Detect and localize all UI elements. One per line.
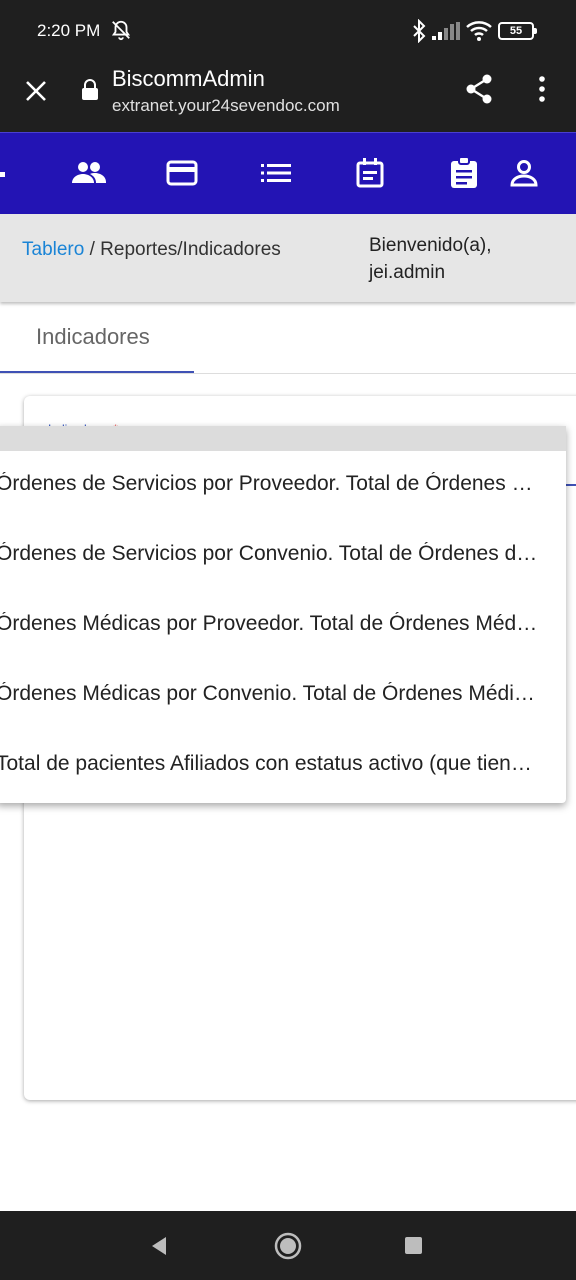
dropdown-option[interactable]: Órdenes de Servicios por Proveedor. Tota… bbox=[0, 452, 566, 522]
breadcrumb-bar: Tablero / Reportes/Indicadores Bienvenid… bbox=[0, 214, 576, 302]
browser-page-title: BiscommAdmin bbox=[112, 66, 265, 91]
browser-toolbar: BiscommAdmin extranet.your24sevendoc.com bbox=[0, 60, 576, 132]
bluetooth-icon bbox=[410, 18, 428, 48]
app-top-nav bbox=[0, 132, 576, 214]
people-icon[interactable] bbox=[71, 155, 107, 191]
battery-icon: 55 bbox=[498, 22, 537, 40]
breadcrumb-current: / Reportes/Indicadores bbox=[84, 239, 281, 260]
status-bar: 2:20 PM 55 bbox=[0, 0, 576, 60]
close-icon[interactable] bbox=[22, 77, 50, 105]
welcome-username: jei.admin bbox=[369, 262, 446, 283]
tab-bar: Indicadores bbox=[0, 302, 576, 374]
breadcrumb: Tablero / Reportes/Indicadores bbox=[22, 239, 281, 261]
assignment-icon[interactable] bbox=[446, 155, 482, 191]
nav-partial-icon bbox=[0, 172, 5, 177]
more-vert-icon[interactable] bbox=[530, 74, 554, 104]
welcome-message: Bienvenido(a), jei.admin bbox=[369, 232, 492, 286]
dropdown-option[interactable]: Órdenes Médicas por Convenio. Total de Ó… bbox=[0, 662, 566, 732]
dropdown-option[interactable]: Total de pacientes Afiliados con estatus… bbox=[0, 732, 566, 802]
dropdown-option[interactable]: Órdenes de Servicios por Convenio. Total… bbox=[0, 522, 566, 592]
signal-icon bbox=[432, 22, 460, 45]
back-icon[interactable] bbox=[150, 1236, 168, 1261]
dropdown-focused-row bbox=[0, 426, 566, 451]
lock-icon[interactable] bbox=[80, 78, 100, 107]
event-note-icon[interactable] bbox=[352, 155, 388, 191]
home-icon[interactable] bbox=[274, 1232, 302, 1265]
tab-label: Indicadores bbox=[36, 324, 150, 349]
person-icon[interactable] bbox=[506, 155, 542, 191]
tab-indicadores[interactable]: Indicadores bbox=[0, 302, 194, 373]
credit-card-icon[interactable] bbox=[164, 155, 200, 191]
indicator-dropdown-menu: Órdenes de Servicios por Proveedor. Tota… bbox=[0, 426, 566, 803]
dropdown-option[interactable]: Órdenes Médicas por Proveedor. Total de … bbox=[0, 592, 566, 662]
breadcrumb-link-tablero[interactable]: Tablero bbox=[22, 239, 84, 260]
welcome-greeting: Bienvenido(a), bbox=[369, 235, 492, 256]
system-nav-bar bbox=[0, 1211, 576, 1280]
status-time: 2:20 PM bbox=[37, 21, 101, 40]
recents-icon[interactable] bbox=[405, 1237, 422, 1254]
muted-bell-icon bbox=[110, 19, 132, 46]
wifi-icon bbox=[466, 20, 492, 47]
browser-url[interactable]: extranet.your24sevendoc.com bbox=[112, 96, 340, 116]
share-icon[interactable] bbox=[462, 72, 496, 106]
list-icon[interactable] bbox=[258, 155, 294, 191]
